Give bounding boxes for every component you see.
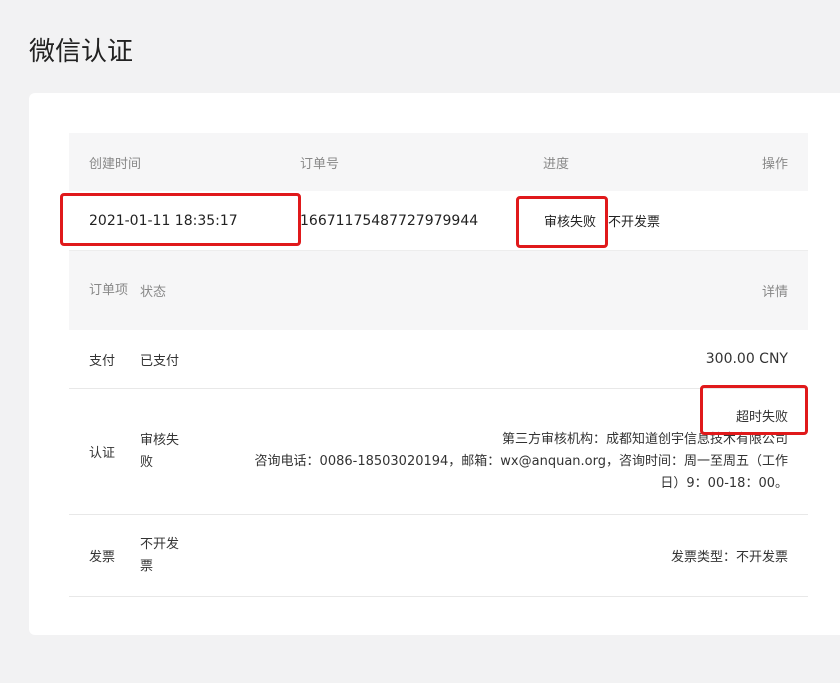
item-status: 已支付 [140, 353, 180, 369]
header-action: 操作 [761, 156, 788, 172]
order-created-time: 2021-01-11 18:35:17 [89, 212, 238, 229]
item-detail-verification: 超时失败 第三方审核机构：成都知道创宇信息技术有限公司 咨询电话：0086-18… [255, 407, 788, 495]
item-detail-amount: 300.00 CNY [705, 351, 788, 367]
header-progress: 进度 [543, 156, 570, 172]
item-name: 认证 [89, 446, 116, 461]
item-status: 审核失败 [140, 432, 180, 470]
items-table-header: 订单项 状态 详情 [69, 251, 808, 330]
order-invoice-status: 不开发票 [608, 215, 661, 230]
item-name: 支付 [89, 353, 116, 369]
order-progress-status: 审核失败 [544, 215, 597, 230]
detail-contact: 咨询电话：0086-18503020194，邮箱：wx@anquan.org，咨… [254, 454, 788, 469]
detail-contact-hours: 日）9：00-18：00。 [660, 476, 788, 491]
page-title: 微信认证 [29, 37, 134, 67]
detail-org: 第三方审核机构：成都知道创宇信息技术有限公司 [501, 432, 788, 447]
header-created: 创建时间 [89, 156, 142, 172]
item-row-verification: 认证 审核失败 超时失败 第三方审核机构：成都知道创宇信息技术有限公司 咨询电话… [69, 389, 808, 515]
order-table-header: 创建时间 订单号 进度 操作 [69, 133, 808, 191]
detail-timeout-failed: 超时失败 [735, 410, 788, 425]
header-item: 订单项 [89, 282, 129, 298]
item-name: 发票 [89, 550, 116, 565]
header-detail: 详情 [761, 285, 788, 300]
order-number: 16671175487727979944 [300, 212, 479, 229]
order-row: 2021-01-11 18:35:17 16671175487727979944… [69, 191, 808, 251]
order-table: 创建时间 订单号 进度 操作 2021-01-11 18:35:17 16671… [69, 133, 808, 597]
item-row-invoice: 发票 不开发票 发票类型：不开发票 [69, 515, 808, 597]
item-status: 不开发票 [140, 536, 180, 574]
header-status: 状态 [140, 285, 167, 300]
order-card: 创建时间 订单号 进度 操作 2021-01-11 18:35:17 16671… [29, 93, 840, 635]
item-row-payment: 支付 已支付 300.00 CNY [69, 330, 808, 389]
item-detail-invoice-type: 发票类型：不开发票 [670, 550, 788, 565]
header-order-no: 订单号 [300, 156, 340, 172]
